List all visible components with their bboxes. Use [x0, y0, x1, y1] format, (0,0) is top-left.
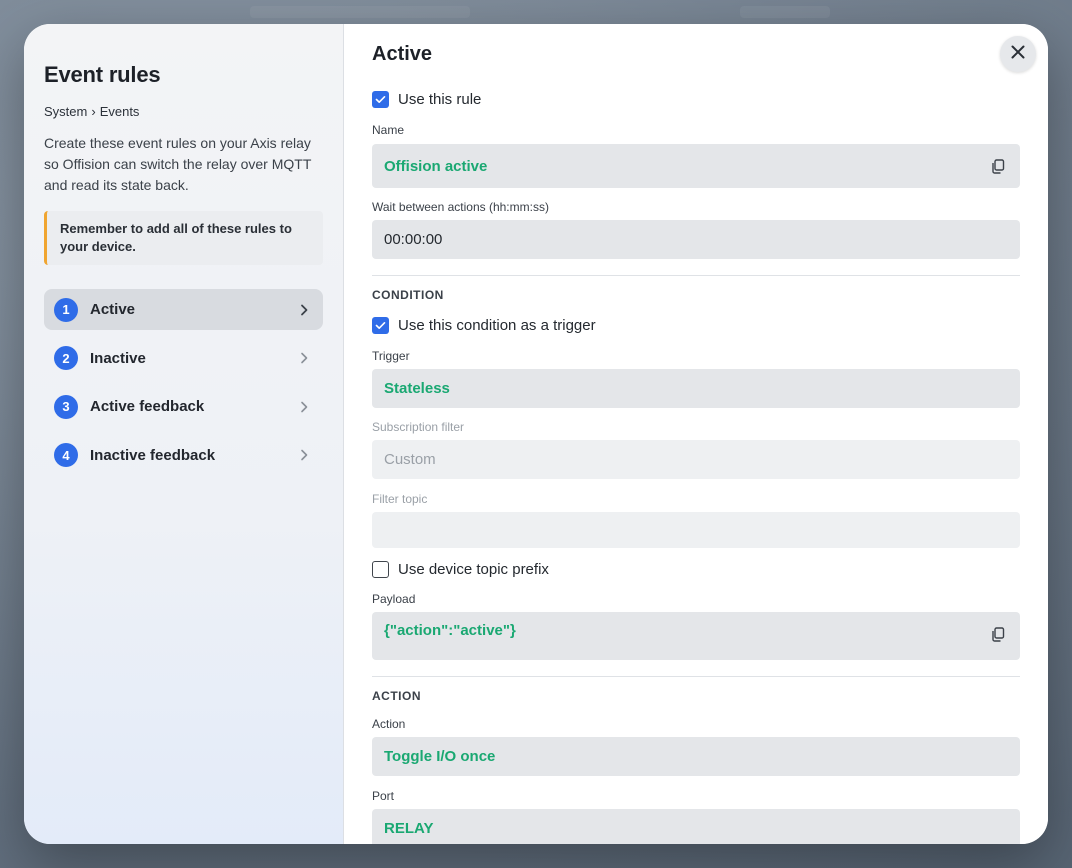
check-icon: [375, 321, 386, 329]
event-rules-dialog: Event rules System › Events Create these…: [24, 24, 1048, 844]
copy-icon[interactable]: [988, 624, 1008, 644]
rule-form: Active Use this rule Name Offision activ…: [344, 24, 1048, 844]
step-inactive[interactable]: 2 Inactive: [44, 338, 323, 379]
use-trigger-label: Use this condition as a trigger: [398, 316, 596, 334]
wait-value: 00:00:00: [384, 231, 443, 248]
step-inactive-feedback[interactable]: 4 Inactive feedback: [44, 435, 323, 476]
payload-field[interactable]: {"action":"active"}: [372, 612, 1020, 660]
chevron-right-icon: [297, 400, 311, 414]
step-number: 2: [54, 346, 78, 370]
step-label: Inactive feedback: [90, 446, 216, 464]
close-button[interactable]: [1000, 36, 1036, 72]
name-value: Offision active: [384, 157, 488, 175]
action-label: Action: [372, 717, 406, 731]
check-icon: [375, 95, 386, 103]
step-number: 1: [54, 297, 78, 322]
sidebar: Event rules System › Events Create these…: [24, 24, 344, 844]
trigger-select[interactable]: Stateless: [372, 369, 1020, 408]
copy-icon[interactable]: [988, 156, 1008, 176]
port-value: RELAY: [384, 820, 434, 837]
close-icon: [1011, 45, 1025, 64]
subscription-filter-value: Custom: [384, 451, 436, 468]
port-select[interactable]: RELAY: [372, 809, 1020, 844]
breadcrumb: System › Events: [44, 104, 323, 119]
breadcrumb-system: System: [44, 104, 88, 119]
use-rule-label: Use this rule: [398, 90, 482, 108]
use-rule-row[interactable]: Use this rule: [372, 89, 481, 109]
subscription-filter-select: Custom: [372, 440, 1020, 479]
port-label: Port: [372, 789, 395, 803]
wait-field[interactable]: 00:00:00: [372, 220, 1020, 259]
trigger-label: Trigger: [372, 349, 410, 363]
trigger-value: Stateless: [384, 380, 450, 397]
step-active-feedback[interactable]: 3 Active feedback: [44, 386, 323, 427]
use-rule-checkbox[interactable]: [372, 90, 389, 108]
use-trigger-checkbox[interactable]: [372, 316, 389, 334]
step-active[interactable]: 1 Active: [44, 289, 323, 330]
sidebar-description: Create these event rules on your Axis re…: [44, 135, 312, 193]
condition-section-title: CONDITION: [372, 288, 444, 302]
device-prefix-checkbox[interactable]: [372, 560, 389, 578]
step-number: 4: [54, 443, 78, 467]
action-section-title: ACTION: [372, 689, 421, 703]
subscription-filter-label: Subscription filter: [372, 420, 465, 434]
name-field[interactable]: Offision active: [372, 144, 1020, 188]
chevron-right-icon: [297, 351, 311, 365]
divider: [372, 676, 1020, 677]
use-trigger-row[interactable]: Use this condition as a trigger: [372, 315, 596, 335]
chevron-right-icon: [297, 448, 311, 462]
filter-topic-label: Filter topic: [372, 492, 428, 506]
name-label: Name: [372, 123, 405, 137]
step-number: 3: [54, 394, 78, 419]
rule-steps: 1 Active 2 Inactive 3 Active feedback 4 …: [44, 289, 323, 476]
step-label: Inactive: [90, 349, 146, 367]
chevron-right-icon: [297, 303, 311, 317]
action-value: Toggle I/O once: [384, 748, 496, 765]
breadcrumb-separator: ›: [91, 104, 96, 119]
breadcrumb-events: Events: [99, 104, 140, 119]
step-label: Active feedback: [90, 398, 205, 415]
action-select[interactable]: Toggle I/O once: [372, 737, 1020, 776]
notice-box: Remember to add all of these rules to yo…: [44, 211, 323, 265]
device-prefix-label: Use device topic prefix: [398, 560, 549, 578]
step-label: Active: [90, 301, 136, 318]
filter-topic-input: [372, 512, 1020, 548]
background-strip: [740, 6, 830, 18]
payload-value: {"action":"active"}: [384, 622, 516, 639]
device-prefix-row[interactable]: Use device topic prefix: [372, 559, 549, 579]
payload-label: Payload: [372, 592, 416, 606]
page-title: Active: [372, 43, 433, 65]
divider: [372, 275, 1020, 276]
background-strip: [250, 6, 470, 18]
sidebar-title: Event rules: [44, 62, 161, 87]
wait-label: Wait between actions (hh:mm:ss): [372, 200, 549, 214]
